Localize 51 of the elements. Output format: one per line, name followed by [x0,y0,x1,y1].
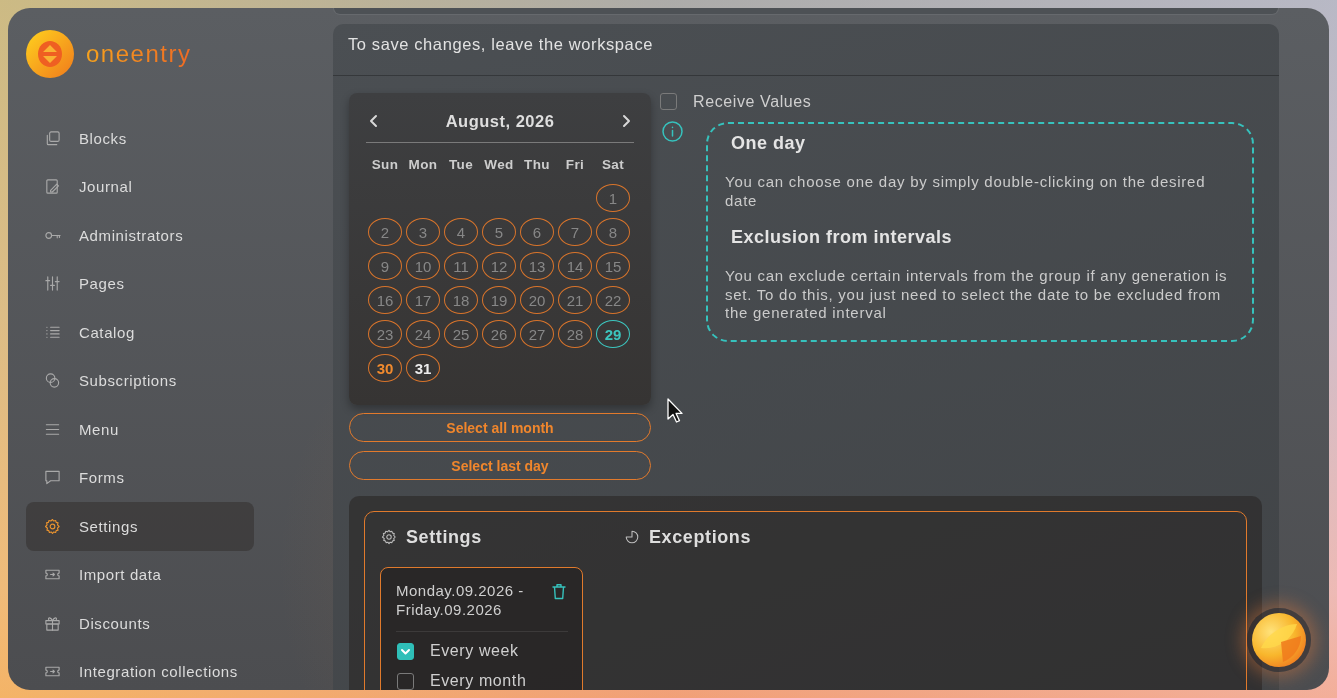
section-heading: Settings [406,526,482,548]
sidebar-item[interactable]: Administrators [26,211,254,260]
help-heading: One day [731,132,807,154]
logo-icon [26,30,74,78]
chevron-right-icon[interactable] [621,114,631,128]
weekday-label: Sun [370,156,400,172]
weekday-label: Fri [564,156,586,172]
checkbox-label: Every week [430,642,519,660]
checkbox-label: Receive Values [693,92,812,111]
sidebar-item[interactable]: Forms [26,453,254,502]
cursor-icon [667,398,684,424]
section-heading: Exceptions [649,526,752,548]
sidebar-item[interactable]: Settings [26,502,254,551]
help-text: You can choose one day by simply double-clicking on the desired date [725,173,1207,210]
checkbox[interactable] [660,93,677,110]
sidebar-item[interactable]: Blocks [26,114,254,163]
gift-icon [44,614,61,632]
checkbox[interactable] [397,672,414,690]
sliders-icon [44,275,61,293]
chevron-left-icon[interactable] [369,114,379,128]
chat-bubble-icon [44,469,61,487]
sidebar-item[interactable]: Import data [26,550,254,599]
sidebar-item[interactable]: Menu [26,405,254,454]
settings-icon [381,529,397,545]
month-title: August, 2026 [445,111,555,131]
sidebar-item[interactable]: Catalog [26,308,254,357]
sidebar-item[interactable]: Pages [26,259,254,308]
checkbox-label: Every month [430,672,527,690]
sidebar-item[interactable]: Journal [26,162,254,211]
help-text: You can exclude certain intervals from the group if any generation is set. To do this, you just need to select the date to be excluded from the generated interval [725,267,1229,323]
blocks-icon [44,129,61,147]
coins-icon [44,372,61,390]
pie-icon [624,529,640,545]
trash-icon[interactable] [552,583,566,600]
date-range-text: Monday.09.2026 - Friday.09.2026 [396,581,525,619]
weekday-label: Tue [447,156,475,172]
notice-text: To save changes, leave the workspace [348,35,654,53]
weekday-label: Sat [600,156,626,172]
sidebar-item[interactable]: Integration collections [26,647,254,690]
info-icon [662,121,683,142]
sidebar-item[interactable]: Discounts [26,599,254,648]
settings-icon [44,517,61,535]
weekday-label: Mon [407,156,439,172]
weekday-label: Wed [483,156,515,172]
help-heading: Exclusion from intervals [731,226,954,248]
orb-icon [1251,612,1307,668]
assistant-button[interactable] [1247,608,1311,672]
weekday-label: Thu [523,156,551,172]
document-pencil-icon [44,178,61,196]
sidebar-item[interactable]: Subscriptions [26,356,254,405]
checkbox[interactable] [397,642,414,660]
